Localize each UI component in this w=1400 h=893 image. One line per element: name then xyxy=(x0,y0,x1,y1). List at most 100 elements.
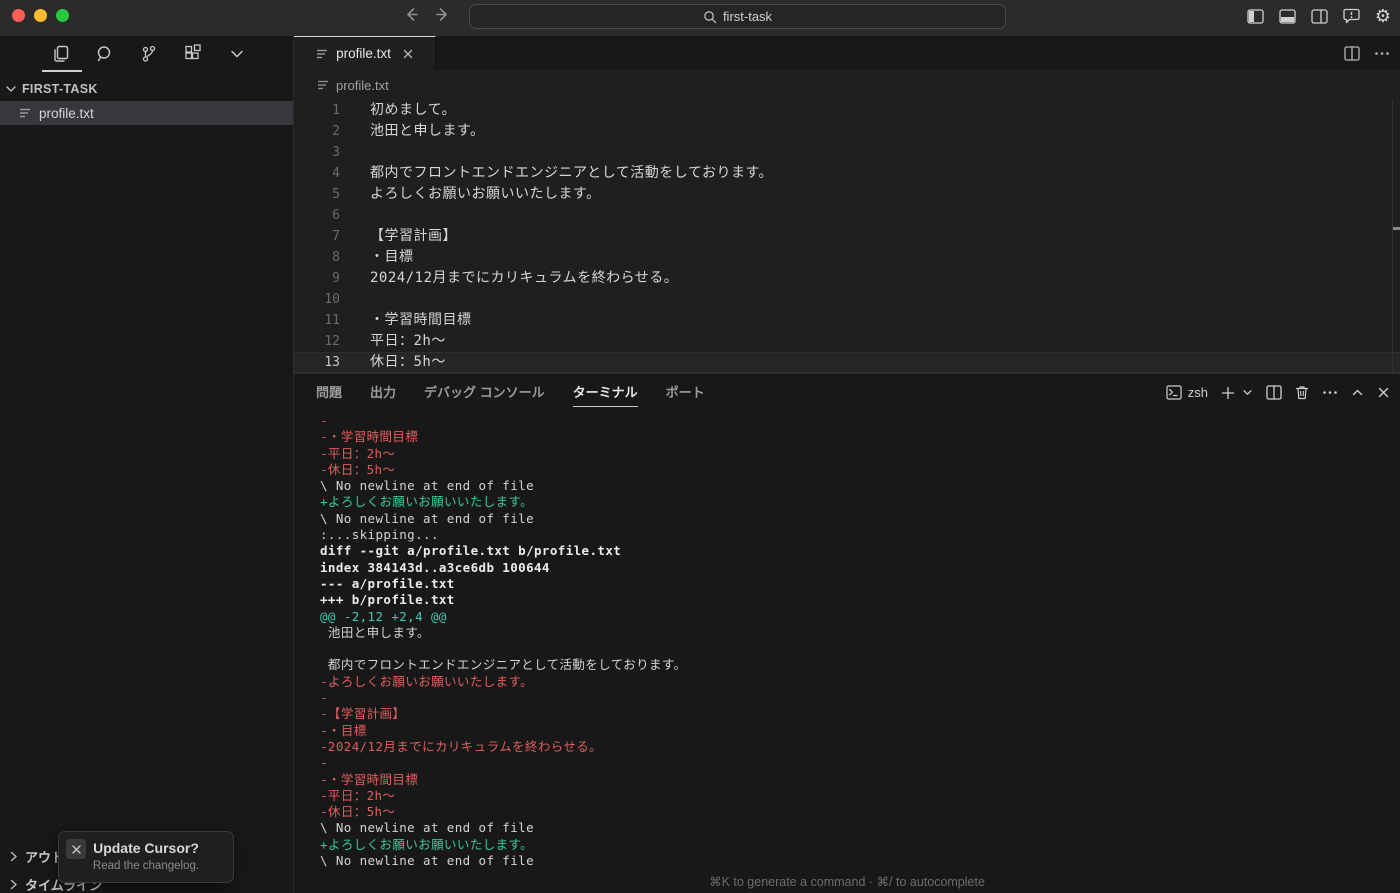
terminal-line: -2024/12月までにカリキュラムを終わらせる。 xyxy=(320,738,603,754)
zoom-window-button[interactable] xyxy=(56,9,69,22)
line-text xyxy=(340,142,370,163)
terminal-line: diff --git a/profile.txt b/profile.txt xyxy=(320,543,622,559)
settings-gear-icon[interactable]: ⚙ xyxy=(1374,6,1392,26)
code-line-1[interactable]: 1 初めまして。 xyxy=(294,100,1400,121)
toggle-panel-icon[interactable] xyxy=(1278,6,1296,26)
traffic-lights xyxy=(12,9,69,22)
text-file-icon xyxy=(316,78,330,92)
code-line-10[interactable]: 10 xyxy=(294,289,1400,310)
line-text: 【学習計画】 xyxy=(370,228,457,244)
chevron-right-icon xyxy=(7,850,20,863)
close-tab-icon[interactable] xyxy=(402,48,414,60)
kill-terminal-trash-icon[interactable] xyxy=(1295,385,1309,400)
line-text: 休日：5h〜 xyxy=(370,354,446,370)
more-actions-icon[interactable] xyxy=(1374,51,1390,56)
text-file-icon xyxy=(315,47,329,61)
activity-bar xyxy=(0,36,293,72)
new-terminal-icon[interactable] xyxy=(1221,386,1235,400)
tab-profile-txt[interactable]: profile.txt xyxy=(294,36,436,70)
terminal-dropdown-chevron-icon[interactable] xyxy=(1242,387,1253,398)
line-number: 4 xyxy=(332,166,340,181)
maximize-panel-chevron-icon[interactable] xyxy=(1351,386,1364,399)
terminal-line: - xyxy=(320,413,328,428)
terminal-line: :...skipping... xyxy=(320,527,439,543)
code-line-7[interactable]: 7 【学習計画】 xyxy=(294,226,1400,247)
forward-icon[interactable] xyxy=(434,6,451,23)
code-line-8[interactable]: 8 ・目標 xyxy=(294,247,1400,268)
explorer-icon[interactable] xyxy=(50,43,72,65)
minimize-window-button[interactable] xyxy=(34,9,47,22)
panel-tab-inactive[interactable]: 問題 xyxy=(316,376,342,409)
command-center-search[interactable]: first-task xyxy=(469,4,1006,29)
line-number: 10 xyxy=(324,292,340,307)
panel-tabs: 問題 出力 デバッグ コンソール ターミナル ポート xyxy=(294,376,705,409)
panel-tab-inactive[interactable]: 出力 xyxy=(370,376,396,409)
breadcrumb[interactable]: profile.txt xyxy=(294,70,1400,100)
notification-body: Read the changelog. xyxy=(92,860,200,872)
terminal-line: \ No newline at end of file xyxy=(320,853,534,869)
feedback-icon[interactable] xyxy=(1342,6,1360,26)
search-view-icon[interactable] xyxy=(94,43,116,65)
editor-scrollbar[interactable] xyxy=(1392,100,1393,373)
terminal-line: +よろしくお願いお願いいたします。 xyxy=(320,494,534,510)
split-terminal-icon[interactable] xyxy=(1266,385,1282,400)
code-line-2[interactable]: 2 池田と申します。 xyxy=(294,121,1400,142)
code-line-6[interactable]: 6 xyxy=(294,205,1400,226)
terminal-instance[interactable]: zsh xyxy=(1166,385,1208,400)
terminal-line: -平日：2h〜 xyxy=(320,787,396,803)
sidebar-item-profile-txt[interactable]: profile.txt xyxy=(0,101,293,125)
terminal-line: 都内でフロントエンドエンジニアとして活動をしております。 xyxy=(320,657,687,673)
title-bar: first-task ⚙ xyxy=(0,0,1400,36)
close-notification-icon[interactable] xyxy=(66,839,86,859)
code-line-5[interactable]: 5 よろしくお願いお願いいたします。 xyxy=(294,184,1400,205)
terminal-line: 池田と申します。 xyxy=(320,624,430,640)
line-number: 8 xyxy=(332,250,340,265)
line-text: 平日：2h〜 xyxy=(370,333,446,349)
code-line-11[interactable]: 11 ・学習時間目標 xyxy=(294,310,1400,331)
terminal-line: --- a/profile.txt xyxy=(320,575,455,591)
code-line-4[interactable]: 4 都内でフロントエンドエンジニアとして活動をしております。 xyxy=(294,163,1400,184)
search-icon xyxy=(703,10,717,24)
split-editor-icon[interactable] xyxy=(1344,45,1360,61)
line-text xyxy=(340,205,370,226)
code-line-3[interactable]: 3 xyxy=(294,142,1400,163)
line-text: 2024/12月までにカリキュラムを終わらせる。 xyxy=(370,270,679,286)
toggle-left-sidebar-icon[interactable] xyxy=(1246,6,1264,26)
code-line-13[interactable]: 13 休日：5h〜 xyxy=(294,352,1400,373)
source-control-icon[interactable] xyxy=(138,43,160,65)
active-view-indicator xyxy=(42,70,82,72)
terminal-output[interactable]: - -・学習時間目標 -平日：2h〜 -休日：5h〜 \ No newline at e… xyxy=(294,411,1400,871)
terminal-hint: ⌘K to generate a command · ⌘/ to autocom… xyxy=(709,875,985,889)
panel-tab-inactive[interactable]: デバッグ コンソール xyxy=(424,376,545,409)
toggle-right-sidebar-icon[interactable] xyxy=(1310,6,1328,26)
explorer-section-header[interactable]: FIRST-TASK xyxy=(0,78,293,100)
folder-name: FIRST-TASK xyxy=(22,82,98,96)
terminal-line: +よろしくお願いお願いいたします。 xyxy=(320,836,534,852)
terminal-line: -休日：5h〜 xyxy=(320,804,396,820)
overview-ruler-marker xyxy=(1393,227,1400,230)
line-number: 6 xyxy=(332,208,340,223)
terminal-line: \ No newline at end of file xyxy=(320,820,534,836)
extensions-icon[interactable] xyxy=(182,43,204,65)
close-window-button[interactable] xyxy=(12,9,25,22)
app-window: first-task ⚙ FIRST-TASK profile.txt タイムラ… xyxy=(0,0,1400,893)
terminal-line: -・学習時間目標 xyxy=(320,771,419,787)
close-panel-icon[interactable] xyxy=(1377,386,1390,399)
update-notification[interactable]: Update Cursor? Read the changelog. xyxy=(58,831,234,883)
code-line-12[interactable]: 12 平日：2h〜 xyxy=(294,331,1400,352)
code-area[interactable]: 1 初めまして。 2 池田と申します。 3 4 都内でフロントエンドエンジニアとして活動をし… xyxy=(294,100,1400,373)
tab-strip: profile.txt xyxy=(294,36,1400,70)
terminal-line: - xyxy=(320,755,328,771)
line-text: 都内でフロントエンドエンジニアとして活動をしております。 xyxy=(370,165,774,181)
tab-label: profile.txt xyxy=(336,46,391,61)
back-icon[interactable] xyxy=(403,6,420,23)
panel-more-actions-icon[interactable] xyxy=(1322,390,1338,395)
more-views-chevron-icon[interactable] xyxy=(226,43,248,65)
code-line-9[interactable]: 9 2024/12月までにカリキュラムを終わらせる。 xyxy=(294,268,1400,289)
panel-tab-inactive[interactable]: ポート xyxy=(666,376,705,409)
line-text: よろしくお願いお願いいたします。 xyxy=(370,186,601,202)
panel-tab-active[interactable]: ターミナル xyxy=(572,376,638,409)
terminal-line: -【学習計画】 xyxy=(320,706,406,722)
terminal-line: -平日：2h〜 xyxy=(320,445,396,461)
